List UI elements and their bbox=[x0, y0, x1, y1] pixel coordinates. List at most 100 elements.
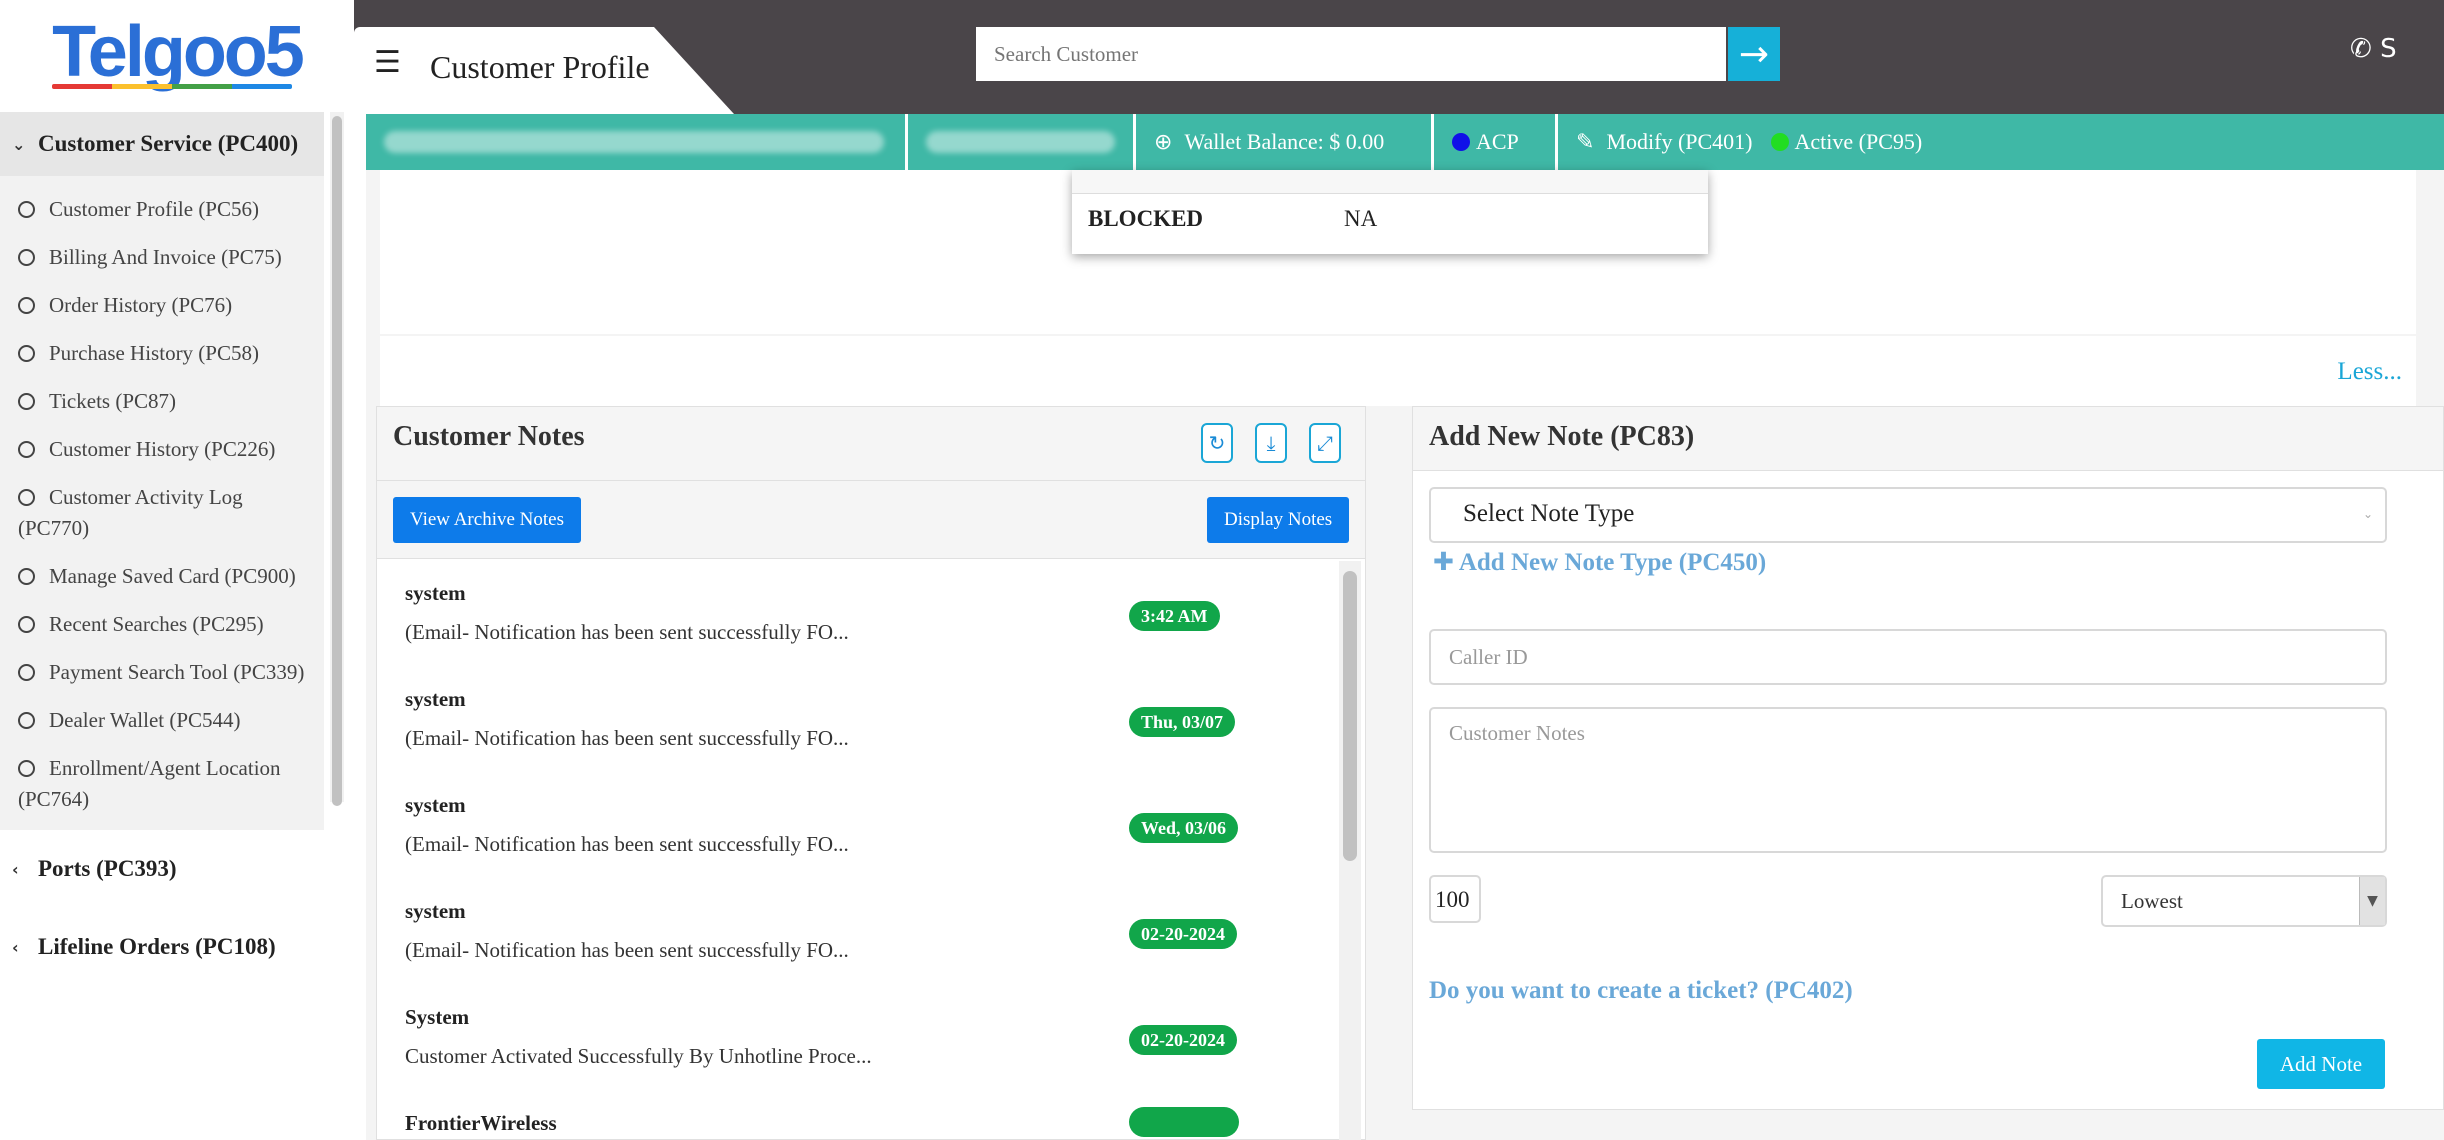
arrow-right-icon: → bbox=[1738, 33, 1770, 75]
list-item[interactable]: system (Email- Notification has been sen… bbox=[377, 667, 1337, 773]
sidebar-scrollbar[interactable] bbox=[330, 112, 344, 806]
hamburger-menu-icon[interactable]: ☰ bbox=[374, 45, 401, 80]
sidebar-item-label: Enrollment/Agent Location (PC764) bbox=[18, 756, 281, 811]
side-menu: ⌄ Customer Service (PC400) Customer Prof… bbox=[0, 112, 324, 1140]
sidebar-item-saved-card[interactable]: Manage Saved Card (PC900) bbox=[0, 553, 324, 601]
list-item[interactable]: FrontierWireless bbox=[377, 1091, 1337, 1140]
create-ticket-link[interactable]: Do you want to create a ticket? (PC402) bbox=[1429, 977, 1853, 1005]
search-input[interactable] bbox=[976, 27, 1726, 81]
blocked-label: BLOCKED bbox=[1088, 206, 1204, 231]
sidebar-item-purchase-history[interactable]: Purchase History (PC58) bbox=[0, 330, 324, 378]
add-note-panel: Add New Note (PC83) Select Note Type ⌄ ✚… bbox=[1412, 406, 2444, 1110]
customer-info-strip: ⊕ Wallet Balance: $ 0.00 ACP ✎ Modify (P… bbox=[366, 114, 2444, 170]
logo-text: Telgoo5 bbox=[52, 12, 305, 92]
view-archive-notes-button[interactable]: View Archive Notes bbox=[393, 497, 581, 543]
wallet-balance[interactable]: ⊕ Wallet Balance: $ 0.00 bbox=[1136, 114, 1434, 170]
customer-name-redacted bbox=[366, 114, 908, 170]
circle-icon bbox=[18, 568, 35, 585]
sidebar-item-label: Order History (PC76) bbox=[49, 293, 233, 317]
caller-id-field[interactable]: Caller ID bbox=[1429, 629, 2387, 685]
sidebar-item-payment-search[interactable]: Payment Search Tool (PC339) bbox=[0, 649, 324, 697]
notes-panel-title: Customer Notes bbox=[393, 421, 585, 452]
sidebar-item-order-history[interactable]: Order History (PC76) bbox=[0, 282, 324, 330]
sidebar-item-label: Billing And Invoice (PC75) bbox=[49, 245, 282, 269]
chevron-left-icon: ‹ bbox=[12, 859, 19, 879]
add-note-title: Add New Note (PC83) bbox=[1429, 421, 1695, 452]
main-content: BLOCKED NA Less... Customer Notes ↻ ⤓ ⤢ … bbox=[366, 170, 2444, 1140]
char-counter: 100 bbox=[1429, 875, 1481, 923]
chevron-down-icon: ⌄ bbox=[12, 134, 26, 154]
menu-group-label: Customer Service (PC400) bbox=[38, 131, 299, 156]
sidebar-item-customer-history[interactable]: Customer History (PC226) bbox=[0, 426, 324, 474]
circle-icon bbox=[18, 345, 35, 362]
logo[interactable]: Telgoo5 bbox=[0, 0, 354, 112]
priority-value: Lowest bbox=[2121, 889, 2183, 913]
wallet-balance-text: Wallet Balance: $ 0.00 bbox=[1184, 129, 1385, 154]
sidebar-item-activity-log[interactable]: Customer Activity Log (PC770) bbox=[0, 474, 324, 553]
refresh-button[interactable]: ↻ bbox=[1201, 423, 1233, 463]
sidebar-item-recent-searches[interactable]: Recent Searches (PC295) bbox=[0, 601, 324, 649]
popup-row bbox=[1072, 170, 1708, 194]
time-badge: 3:42 AM bbox=[1129, 601, 1220, 631]
add-note-header: Add New Note (PC83) bbox=[1413, 407, 2443, 471]
list-item[interactable]: system (Email- Notification has been sen… bbox=[377, 879, 1337, 985]
circle-icon bbox=[18, 249, 35, 266]
scrollbar-thumb[interactable] bbox=[332, 116, 342, 806]
customer-notes-textarea[interactable]: Customer Notes bbox=[1429, 707, 2387, 853]
redacted-text bbox=[926, 131, 1115, 153]
circle-icon bbox=[18, 393, 35, 410]
dropdown-arrow-icon: ▼ bbox=[2359, 877, 2385, 925]
less-row: Less... bbox=[380, 336, 2416, 406]
edit-icon: ✎ bbox=[1576, 129, 1595, 155]
title-tab: ☰ Customer Profile bbox=[354, 27, 734, 114]
acp-dot-icon bbox=[1452, 133, 1470, 151]
sidebar-item-label: Payment Search Tool (PC339) bbox=[49, 660, 305, 684]
page-title: Customer Profile bbox=[430, 49, 650, 85]
sidebar-item-dealer-wallet[interactable]: Dealer Wallet (PC544) bbox=[0, 697, 324, 745]
search-submit-button[interactable]: → bbox=[1728, 27, 1780, 81]
circle-icon bbox=[18, 712, 35, 729]
list-item[interactable]: system (Email- Notification has been sen… bbox=[377, 561, 1337, 667]
circle-icon bbox=[18, 297, 35, 314]
list-item[interactable]: system (Email- Notification has been sen… bbox=[377, 773, 1337, 879]
priority-select[interactable]: Lowest ▼ bbox=[2101, 875, 2387, 927]
list-item[interactable]: System Customer Activated Successfully B… bbox=[377, 985, 1337, 1091]
phone-contact[interactable]: ✆ S bbox=[2350, 34, 2397, 64]
menu-group-customer-service[interactable]: ⌄ Customer Service (PC400) bbox=[0, 112, 324, 176]
plus-circle-icon: ⊕ bbox=[1154, 129, 1173, 155]
notes-scrollbar[interactable] bbox=[1339, 561, 1361, 1140]
sidebar-item-label: Recent Searches (PC295) bbox=[49, 612, 264, 636]
circle-icon bbox=[18, 664, 35, 681]
time-badge: 02-20-2024 bbox=[1129, 919, 1237, 949]
note-type-select[interactable]: Select Note Type ⌄ bbox=[1429, 487, 2387, 543]
scrollbar-thumb[interactable] bbox=[1343, 571, 1357, 861]
plus-icon: ✚ bbox=[1433, 547, 1454, 576]
chevron-down-icon: ⌄ bbox=[2362, 507, 2373, 521]
less-link[interactable]: Less... bbox=[2337, 358, 2402, 386]
sidebar-item-label: Customer Profile (PC56) bbox=[49, 197, 259, 221]
redacted-text bbox=[384, 131, 884, 153]
sidebar-item-enrollment-location[interactable]: Enrollment/Agent Location (PC764) bbox=[0, 745, 324, 824]
sidebar-item-label: Customer History (PC226) bbox=[49, 437, 276, 461]
time-badge: Wed, 03/06 bbox=[1129, 813, 1239, 843]
menu-group-ports[interactable]: ‹ Ports (PC393) bbox=[0, 830, 324, 908]
add-note-button[interactable]: Add Note bbox=[2257, 1039, 2385, 1089]
sidebar-item-billing-invoice[interactable]: Billing And Invoice (PC75) bbox=[0, 234, 324, 282]
status-text: Active (PC95) bbox=[1794, 129, 1923, 154]
download-button[interactable]: ⤓ bbox=[1255, 423, 1287, 463]
display-notes-button[interactable]: Display Notes bbox=[1207, 497, 1350, 543]
sidebar-item-label: Customer Activity Log (PC770) bbox=[18, 485, 243, 540]
download-icon: ⤓ bbox=[1266, 431, 1276, 455]
expand-button[interactable]: ⤢ bbox=[1309, 423, 1341, 463]
note-type-value: Select Note Type bbox=[1463, 500, 1635, 527]
sidebar-item-label: Tickets (PC87) bbox=[49, 389, 176, 413]
menu-group-lifeline-orders[interactable]: ‹ Lifeline Orders (PC108) bbox=[0, 908, 324, 986]
notes-button-row: View Archive Notes Display Notes bbox=[377, 481, 1365, 559]
circle-icon bbox=[18, 441, 35, 458]
acp-badge: ACP bbox=[1434, 114, 1558, 170]
sidebar-item-tickets[interactable]: Tickets (PC87) bbox=[0, 378, 324, 426]
add-new-note-type-link[interactable]: ✚ Add New Note Type (PC450) bbox=[1433, 547, 1766, 577]
sidebar-item-customer-profile[interactable]: Customer Profile (PC56) bbox=[0, 186, 324, 234]
sidebar-item-label: Dealer Wallet (PC544) bbox=[49, 708, 241, 732]
modify-link[interactable]: Modify (PC401) bbox=[1606, 129, 1752, 155]
